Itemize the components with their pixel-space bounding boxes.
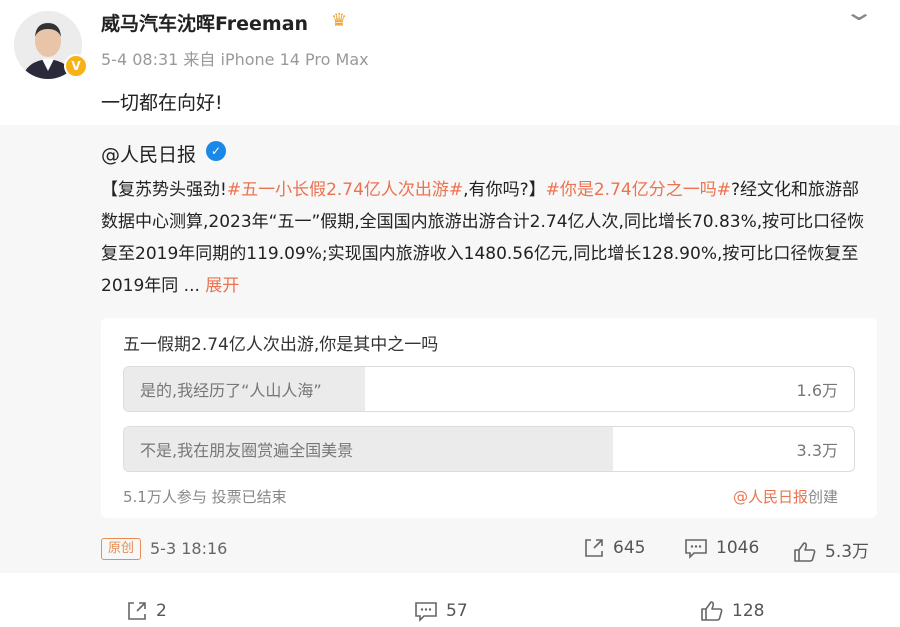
poll-option-count: 3.3万 — [796, 441, 838, 460]
poll-option-count: 1.6万 — [796, 381, 838, 400]
repost-share-button[interactable]: 645 — [583, 537, 645, 559]
comment-icon — [415, 602, 437, 622]
blue-verified-icon: ✓ — [206, 141, 226, 161]
poll-question: 五一假期2.74亿人次出游,你是其中之一吗 — [123, 335, 439, 355]
repost-text-segment: ,有你吗?】 — [463, 180, 546, 200]
share-count: 645 — [613, 538, 646, 558]
like-count: 5.3万 — [825, 542, 870, 562]
poll-creator[interactable]: @人民日报创建 — [733, 486, 838, 507]
post-text: 一切都在向好! — [101, 92, 223, 114]
poll-option-label: 是的,我经历了“人山人海” — [140, 381, 322, 400]
poll-creator-mention[interactable]: @人民日报 — [733, 488, 808, 506]
repost-like-button[interactable]: 5.3万 — [793, 537, 869, 563]
poll-option-no[interactable]: 不是,我在朋友圈赏遍全国美景 3.3万 — [123, 426, 855, 472]
hashtag-link[interactable]: #五一小长假2.74亿人次出游# — [227, 180, 463, 200]
post-meta: 5-4 08:31 来自 iPhone 14 Pro Max — [101, 50, 369, 69]
share-icon — [585, 539, 603, 557]
repost-text: 【复苏势头强劲!#五一小长假2.74亿人次出游#,有你吗?】#你是2.74亿分之… — [101, 174, 871, 302]
share-icon — [128, 602, 146, 620]
verified-badge-icon: V — [64, 54, 88, 78]
thumbs-up-icon — [701, 601, 723, 621]
like-count: 128 — [732, 601, 765, 621]
share-count: 2 — [156, 601, 167, 621]
hashtag-link[interactable]: #你是2.74亿分之一吗# — [546, 180, 731, 200]
thumbs-up-icon — [794, 542, 816, 562]
comment-icon — [685, 539, 707, 559]
comment-count: 1046 — [716, 538, 760, 558]
origin-badge: 原创 — [101, 538, 141, 560]
repost-author-name[interactable]: @人民日报 — [101, 140, 196, 167]
repost-text-segment: 【复苏势头强劲! — [101, 180, 227, 200]
share-button[interactable]: 2 — [126, 600, 167, 622]
comment-button[interactable]: 57 — [414, 600, 468, 622]
repost-comment-button[interactable]: 1046 — [684, 537, 759, 559]
like-button[interactable]: 128 — [700, 600, 764, 622]
crown-icon: ♛ — [331, 10, 348, 31]
chevron-down-icon[interactable]: ⌄ — [843, 0, 875, 26]
poll-option-yes[interactable]: 是的,我经历了“人山人海” 1.6万 — [123, 366, 855, 412]
poll-status: 5.1万人参与 投票已结束 — [123, 488, 287, 506]
poll-creator-suffix: 创建 — [808, 488, 839, 506]
comment-count: 57 — [446, 601, 468, 621]
repost-date[interactable]: 5-3 18:16 — [150, 539, 227, 558]
post-author-name[interactable]: 威马汽车沈晖Freeman — [101, 9, 308, 36]
poll-option-label: 不是,我在朋友圈赏遍全国美景 — [140, 441, 354, 460]
hashtag-link[interactable]: 展开 — [205, 276, 239, 296]
